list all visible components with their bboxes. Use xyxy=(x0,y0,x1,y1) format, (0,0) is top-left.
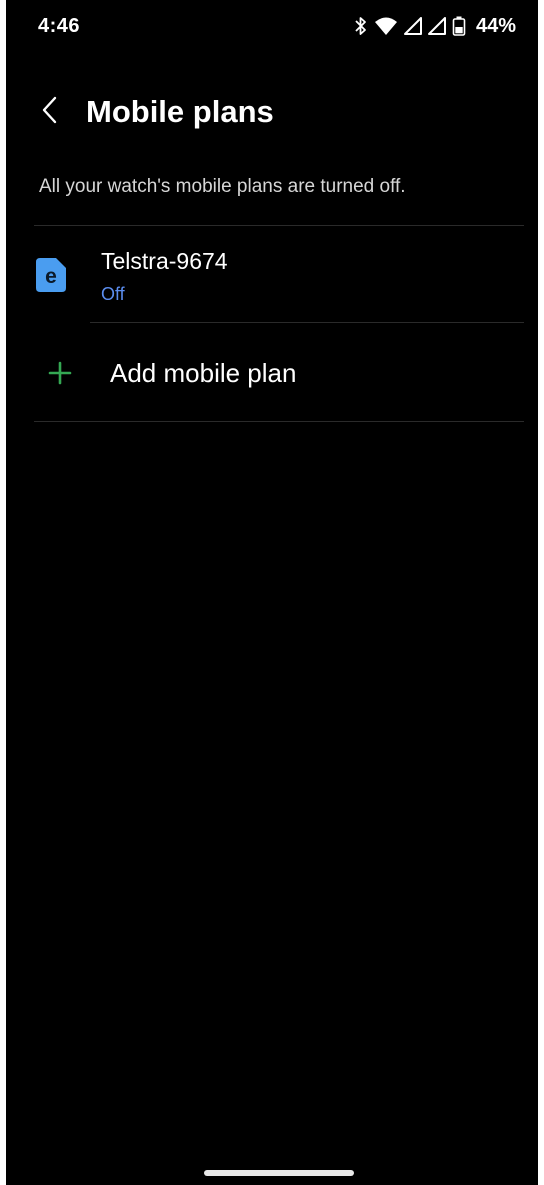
plus-icon xyxy=(48,361,72,385)
chevron-left-icon xyxy=(41,96,59,129)
screen: 4:46 44% Mobile plans All your watch's m… xyxy=(6,0,538,1185)
divider xyxy=(34,421,524,422)
bluetooth-icon xyxy=(354,16,368,36)
esim-icon: e xyxy=(36,258,66,292)
back-button[interactable] xyxy=(30,92,70,132)
status-icons: 44% xyxy=(354,14,516,38)
status-time: 4:46 xyxy=(38,15,81,37)
plan-status: Off xyxy=(101,284,125,304)
wifi-icon xyxy=(374,16,398,36)
add-mobile-plan-button[interactable]: Add mobile plan xyxy=(6,325,538,421)
add-mobile-plan-label: Add mobile plan xyxy=(110,358,297,388)
signal-icon xyxy=(403,17,422,35)
status-bar: 4:46 44% xyxy=(6,0,538,56)
esim-icon-letter: e xyxy=(45,265,57,288)
mobile-plans-status-text: All your watch's mobile plans are turned… xyxy=(39,176,406,197)
battery-icon xyxy=(452,16,466,36)
app-header: Mobile plans xyxy=(6,84,538,140)
page-title: Mobile plans xyxy=(86,94,274,129)
divider xyxy=(90,322,524,323)
plan-item-telstra[interactable]: e Telstra-9674 Off xyxy=(6,228,538,322)
battery-percentage: 44% xyxy=(475,14,516,37)
plan-name: Telstra-9674 xyxy=(101,248,228,274)
home-indicator[interactable] xyxy=(204,1170,354,1176)
signal-icon xyxy=(427,17,446,35)
divider xyxy=(34,225,524,226)
